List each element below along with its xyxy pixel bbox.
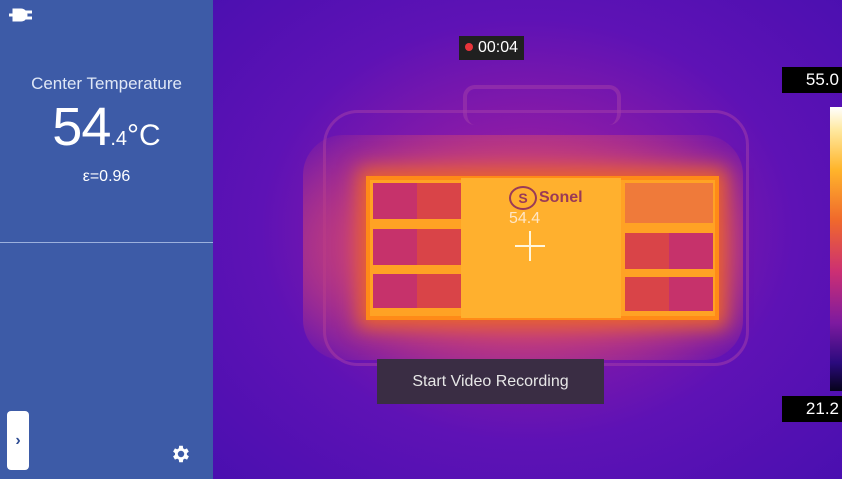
panel-slot	[625, 233, 669, 269]
record-dot-icon	[465, 43, 473, 51]
temp-unit: °C	[127, 119, 161, 152]
thermal-viewfinder[interactable]: S Sonel 54.4 00:04 55.0 21.2 Start Video …	[213, 0, 842, 479]
center-temperature-label: Center Temperature	[31, 74, 182, 93]
plug-icon	[9, 8, 32, 22]
panel-slot	[417, 274, 461, 308]
temp-decimal: .4	[110, 128, 128, 150]
panel-slot	[373, 229, 417, 265]
panel-slot	[373, 183, 417, 219]
spot-temperature-label: 54.4	[509, 210, 541, 227]
chevron-right-icon: ›	[15, 431, 21, 449]
center-temperature-value: 54.4°C	[0, 96, 213, 158]
sidebar-divider	[0, 242, 213, 243]
timer-value: 00:04	[478, 39, 519, 56]
color-scale-bar	[830, 107, 842, 391]
panel-slot	[417, 183, 461, 219]
expand-panel-button[interactable]: ›	[7, 411, 29, 470]
panel-slot	[373, 274, 417, 308]
panel-slot	[669, 233, 713, 269]
emissivity-value: ε=0.96	[82, 168, 131, 185]
logo-ring: S	[509, 186, 537, 210]
scale-max-value: 55.0	[782, 67, 842, 93]
scale-min-value: 21.2	[782, 396, 842, 422]
panel-slot	[417, 229, 461, 265]
start-video-recording-toast[interactable]: Start Video Recording	[377, 359, 604, 404]
panel-slot	[625, 277, 669, 311]
temp-integer: 54	[52, 97, 111, 157]
crosshair-icon	[529, 231, 531, 261]
sidebar: Center Temperature 54.4°C ε=0.96 ›	[0, 0, 213, 479]
panel-slot	[625, 183, 713, 223]
recording-timer: 00:04	[459, 36, 525, 60]
logo-text: Sonel	[539, 189, 583, 207]
panel-slot	[669, 277, 713, 311]
gear-icon[interactable]	[170, 443, 192, 465]
brand-logo: S Sonel	[509, 186, 583, 210]
